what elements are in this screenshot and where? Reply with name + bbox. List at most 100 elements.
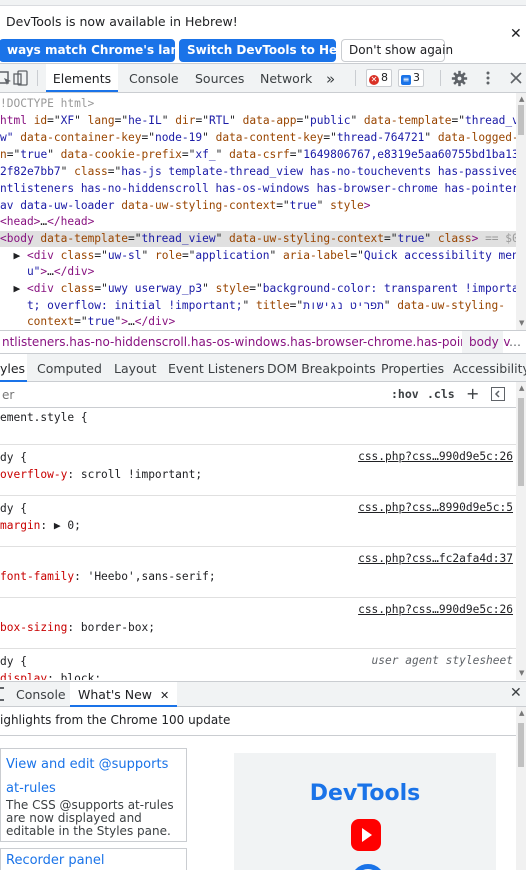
scroll-up-arrow-icon[interactable]: ▲ <box>519 384 524 392</box>
tab-sources[interactable]: Sources <box>195 64 244 92</box>
tab-accessibility[interactable]: Accessibility <box>453 354 526 382</box>
tab-properties[interactable]: Properties <box>381 354 444 382</box>
feature-card-title[interactable]: Recorder panel <box>6 853 104 868</box>
dom-node-line[interactable]: !DOCTYPE html> <box>0 96 516 112</box>
css-property[interactable]: margin <box>0 519 40 532</box>
style-rule[interactable]: css.php?css…990d9e5c:26 box-sizing: borde… <box>0 599 516 649</box>
close-drawer-icon[interactable]: ✕ <box>510 685 522 701</box>
breadcrumb-body[interactable]: body <box>469 335 499 349</box>
dom-node-line[interactable]: av data-uw-loader data-uw-styling-contex… <box>0 198 516 214</box>
dom-node-line[interactable]: context="true">…</div> <box>0 314 516 329</box>
issues-badge[interactable]: ≡ 3 <box>398 69 424 87</box>
elements-dom-tree[interactable]: !DOCTYPE html> html id="XF" lang="he-IL" … <box>0 93 516 329</box>
rule-source-link[interactable]: css.php?css…8990d9e5c:5 <box>358 501 513 514</box>
style-declaration[interactable]: box-sizing: border-box; <box>0 620 155 636</box>
styles-scrollbar[interactable]: ▲ ▼ <box>516 382 526 680</box>
scroll-down-arrow-icon[interactable]: ▼ <box>519 319 524 327</box>
tab-dom-breakpoints[interactable]: DOM Breakpoints <box>267 354 376 382</box>
dom-node-line[interactable]: n="true" data-cookie-prefix="xf_" data-c… <box>0 147 516 163</box>
rule-selector[interactable]: dy { <box>0 654 27 670</box>
rule-source-link[interactable]: css.php?css…990d9e5c:26 <box>358 450 513 463</box>
rule-source-link[interactable]: css.php?css…990d9e5c:26 <box>358 603 513 616</box>
style-declaration[interactable]: display: block; <box>0 671 101 680</box>
styles-rules-list[interactable]: ement.style { dy { css.php?css…990d9e5c:26… <box>0 408 516 680</box>
tab-computed[interactable]: Computed <box>37 354 102 382</box>
whats-new-scrollbar[interactable]: ▲ <box>516 707 526 870</box>
new-style-rule-icon[interactable]: + <box>466 384 479 403</box>
inspect-element-icon[interactable] <box>0 70 12 86</box>
switch-devtools-language-button[interactable]: Switch DevTools to Hebrew <box>179 39 371 62</box>
scroll-up-arrow-icon[interactable]: ▲ <box>519 709 524 717</box>
css-property[interactable]: box-sizing <box>0 621 67 634</box>
style-rule[interactable]: dy { css.php?css…990d9e5c:26 overflow-y: s… <box>0 446 516 496</box>
close-devtools-icon[interactable] <box>508 70 524 86</box>
toggle-sidebar-icon[interactable] <box>491 387 505 401</box>
rule-selector[interactable]: dy { <box>0 501 27 517</box>
breadcrumb-html[interactable]: ntlisteners.has-no-hiddenscroll.has-os-w… <box>2 335 510 349</box>
more-options-icon[interactable] <box>480 70 496 86</box>
tab-elements[interactable]: Elements <box>46 64 118 92</box>
css-value[interactable]: ▶ 0 <box>54 519 74 532</box>
style-rule[interactable]: dy { css.php?css…8990d9e5c:5 margin: ▶ 0; <box>0 497 516 547</box>
feature-card[interactable]: Recorder panel <box>0 848 187 870</box>
dom-node-line[interactable]: t; overflow: initial !important;" title=… <box>0 298 516 314</box>
class-toggle[interactable]: .cls <box>427 387 455 401</box>
style-declaration[interactable]: overflow-y: scroll !important; <box>0 467 202 483</box>
tab-network[interactable]: Network <box>260 64 312 92</box>
css-property[interactable]: font-family <box>0 570 74 583</box>
style-rule[interactable]: ement.style { <box>0 408 516 445</box>
scroll-down-arrow-icon[interactable]: ▼ <box>519 669 524 677</box>
dom-token: true <box>87 315 115 328</box>
styles-filter-input[interactable] <box>0 385 380 404</box>
style-declaration[interactable]: margin: ▶ 0; <box>0 518 81 534</box>
dom-node-line[interactable]: html id="XF" lang="he-IL" dir="RTL" data… <box>0 113 516 129</box>
dom-token: data-uw-styling-context <box>121 199 277 212</box>
css-property[interactable]: display <box>0 672 47 680</box>
dom-node-line[interactable]: w" data-container-key="node-19" data-con… <box>0 130 516 146</box>
close-whats-new-icon[interactable]: ✕ <box>160 689 169 702</box>
more-tabs-icon[interactable]: » <box>326 64 335 92</box>
settings-gear-icon[interactable] <box>451 70 468 87</box>
style-rule[interactable]: dy {user agent stylesheet display: block; <box>0 650 516 680</box>
tab-console[interactable]: Console <box>129 64 179 92</box>
css-value[interactable]: scroll !important <box>81 468 196 481</box>
style-declaration[interactable]: font-family: 'Heebo',sans-serif; <box>0 569 216 585</box>
dom-node-line[interactable]: u">…</div> <box>0 264 516 280</box>
dont-show-again-button[interactable]: Don't show again <box>341 39 453 62</box>
hover-state-toggle[interactable]: :hov <box>391 387 419 401</box>
elements-scrollbar[interactable]: ▲ ▼ <box>516 93 526 330</box>
style-rule[interactable]: css.php?css…fc2afa4d:37 font-family: 'Hee… <box>0 548 516 598</box>
drawer-tab-console[interactable]: Console <box>16 682 66 707</box>
drawer-menu-icon[interactable] <box>0 687 4 701</box>
elements-scrollbar-thumb[interactable] <box>518 105 524 135</box>
infobar-close-icon[interactable]: ✕ <box>510 26 522 42</box>
rule-source-link[interactable]: css.php?css…fc2afa4d:37 <box>358 552 513 565</box>
dom-token: </div> <box>134 315 176 328</box>
dom-node-line[interactable]: ▶ <div class="uw-sl" role="application" … <box>0 248 516 264</box>
whats-new-scrollbar-thumb[interactable] <box>518 723 524 767</box>
tab-styles[interactable]: yles <box>0 354 27 382</box>
rule-selector[interactable]: dy { <box>0 450 27 466</box>
css-value[interactable]: border-box <box>81 621 148 634</box>
dom-node-line[interactable]: ntlisteners has-no-hiddenscroll has-os-w… <box>0 181 516 197</box>
feature-card[interactable]: View and edit @supports at-rules The CSS… <box>0 748 187 842</box>
css-value[interactable]: 'Heebo',sans-serif <box>88 570 209 583</box>
css-property[interactable]: overflow-y <box>0 468 67 481</box>
tab-layout[interactable]: Layout <box>114 354 157 382</box>
styles-scrollbar-thumb[interactable] <box>518 398 524 486</box>
drawer-tab-whats-new[interactable]: What's New ✕ <box>70 682 178 707</box>
feature-card-title[interactable]: View and edit @supports at-rules <box>6 753 181 801</box>
device-toolbar-icon[interactable] <box>13 70 29 86</box>
match-chrome-language-button[interactable]: ways match Chrome's language <box>0 39 221 62</box>
breadcrumb-more[interactable]: … <box>509 335 521 349</box>
tab-event-listeners[interactable]: Event Listeners <box>168 354 265 382</box>
dom-node-selected[interactable]: <body data-template="thread_view" data-u… <box>0 231 516 247</box>
dom-node-line[interactable]: <head>…</head> <box>0 214 516 230</box>
css-value[interactable]: block <box>61 672 95 680</box>
scroll-up-arrow-icon[interactable]: ▲ <box>519 95 524 103</box>
dom-node-line[interactable]: ▶ <div class="uwy userway_p3" style="bac… <box>0 281 516 297</box>
errors-badge[interactable]: ✕ 8 <box>366 69 392 87</box>
rule-selector[interactable]: ement.style { <box>0 410 88 426</box>
css-semicolon: ; <box>74 519 81 532</box>
dom-node-line[interactable]: 2f82e7bb7" class="has-js template-thread… <box>0 164 516 180</box>
